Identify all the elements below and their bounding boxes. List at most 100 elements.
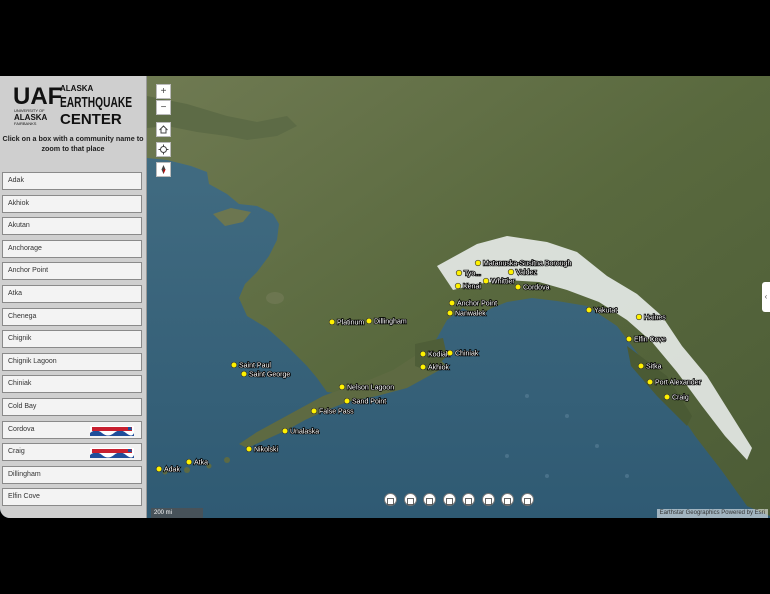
place-marker[interactable]	[482, 277, 490, 285]
community-item[interactable]: Elfin Cove	[2, 488, 142, 507]
place-label: Nelson Lagoon	[347, 385, 394, 392]
place-marker[interactable]	[625, 335, 633, 343]
place-label: Matanuska-Susitna Borough	[483, 261, 571, 268]
place-label: Cordova	[523, 285, 550, 292]
community-markers: Matanuska-Susitna Borough Valdez Tyo... Whi…	[155, 259, 702, 474]
place-label: Akhiok	[428, 365, 450, 372]
community-item[interactable]: Cold Bay	[2, 397, 142, 416]
place-marker[interactable]	[155, 465, 163, 473]
community-item[interactable]: Akhiok	[2, 194, 142, 213]
place-marker[interactable]	[365, 317, 373, 325]
place-marker[interactable]	[585, 306, 593, 314]
compass-icon	[161, 165, 166, 174]
community-label: Akutan	[8, 222, 30, 230]
community-item[interactable]: Anchorage	[2, 239, 142, 258]
zoom-out-button[interactable]: −	[156, 100, 171, 115]
community-label: Anchor Point	[8, 267, 49, 275]
community-label: Elfin Cove	[8, 493, 40, 501]
toolbar-button[interactable]	[462, 493, 475, 506]
place-marker[interactable]	[310, 407, 318, 415]
place-marker[interactable]	[240, 370, 248, 378]
place-marker[interactable]	[507, 268, 515, 276]
place-marker[interactable]	[338, 383, 346, 391]
community-item[interactable]: Chignik	[2, 330, 142, 349]
place-label: Elfin Cove	[634, 337, 666, 344]
toolbar-button[interactable]	[520, 493, 534, 506]
community-item[interactable]: Adak	[2, 172, 142, 190]
community-label: Chignik	[8, 335, 32, 343]
toolbar-button[interactable]	[501, 493, 514, 506]
logo-mark: UAF	[13, 83, 62, 110]
community-label: Chignik Lagoon	[8, 357, 57, 365]
place-marker[interactable]	[281, 427, 289, 435]
place-label: Anchor Point	[457, 301, 497, 308]
community-item[interactable]: Craig	[2, 443, 142, 462]
community-label: Akhiok	[8, 199, 30, 207]
locate-icon	[465, 498, 472, 505]
elevation-icon	[445, 498, 453, 505]
svg-text:EARTHQUAKE: EARTHQUAKE	[60, 94, 132, 111]
place-label: Kodiak	[428, 352, 450, 359]
place-marker[interactable]	[474, 259, 482, 267]
place-marker[interactable]	[419, 350, 427, 358]
place-marker[interactable]	[646, 378, 654, 386]
tsunami-ready-badge	[90, 448, 134, 459]
place-marker[interactable]	[328, 318, 336, 326]
basemap-icon	[523, 498, 531, 505]
toolbar-button[interactable]	[423, 493, 436, 506]
attribution: Earthstar Geographics Powered by Esri	[656, 509, 768, 518]
place-label: Craig	[672, 395, 689, 402]
community-item[interactable]: Chignik Lagoon	[2, 352, 142, 371]
place-label: Nanwalek	[455, 311, 486, 318]
place-marker[interactable]	[663, 393, 671, 401]
place-label: Nikolski	[254, 447, 279, 454]
toolbar-button[interactable]	[442, 493, 456, 506]
place-marker[interactable]	[343, 397, 351, 405]
sidebar: UAF UNIVERSITY OF ALASKA FAIRBANKS ALASK…	[0, 76, 148, 518]
locate-button[interactable]	[156, 142, 171, 157]
community-label: Chiniak	[8, 380, 32, 388]
place-marker[interactable]	[454, 282, 462, 290]
place-marker[interactable]	[455, 269, 463, 277]
place-label: Sitka	[646, 364, 662, 371]
community-item[interactable]: Anchor Point	[2, 262, 142, 281]
place-marker[interactable]	[448, 299, 456, 307]
place-label: Yakutat	[594, 308, 617, 315]
community-item[interactable]: Atka	[2, 284, 142, 303]
community-label: Atka	[8, 289, 23, 297]
home-button[interactable]	[156, 122, 171, 137]
place-label: Platinum	[337, 320, 364, 327]
place-marker[interactable]	[637, 362, 645, 370]
map-view[interactable]: Matanuska-Susitna Borough Valdez Tyo... Whi…	[147, 76, 770, 518]
place-marker[interactable]	[230, 361, 238, 369]
zoom-in-button[interactable]: +	[156, 84, 171, 99]
place-label: Tyo...	[464, 271, 481, 278]
aec-logo: UAF UNIVERSITY OF ALASKA FAIRBANKS ALASK…	[13, 83, 132, 126]
place-marker[interactable]	[446, 309, 454, 317]
place-marker[interactable]	[245, 445, 253, 453]
toolbar-button[interactable]	[384, 493, 397, 506]
community-item[interactable]: Chenega	[2, 307, 142, 326]
community-label: Adak	[8, 177, 24, 184]
place-label: False Pass	[319, 409, 354, 416]
app-window: UAF UNIVERSITY OF ALASKA FAIRBANKS ALASK…	[0, 76, 770, 518]
compass-button[interactable]	[156, 162, 171, 177]
expand-panel-tab[interactable]: ‹	[762, 282, 770, 312]
scale-bar: 200 mi	[151, 508, 203, 518]
place-marker[interactable]	[185, 458, 193, 466]
place-label: Valdez	[516, 270, 537, 277]
toolbar-button[interactable]	[403, 493, 417, 506]
community-item[interactable]: Akutan	[2, 217, 142, 236]
community-item[interactable]: Cordova	[2, 420, 142, 439]
place-marker[interactable]	[514, 283, 522, 291]
place-marker[interactable]	[419, 363, 427, 371]
community-label: Cold Bay	[8, 402, 37, 410]
place-marker[interactable]	[446, 349, 454, 357]
place-marker[interactable]	[635, 313, 643, 321]
place-label: Unalaska	[290, 429, 319, 436]
community-item[interactable]: Chiniak	[2, 375, 142, 394]
chevron-left-icon: ‹	[764, 292, 768, 301]
place-label: Atka	[194, 460, 208, 467]
community-item[interactable]: Dillingham	[2, 465, 142, 484]
toolbar-button[interactable]	[481, 493, 495, 506]
